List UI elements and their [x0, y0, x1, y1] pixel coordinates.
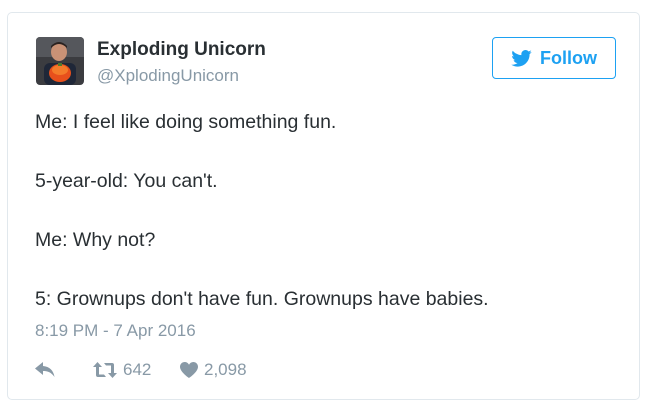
reply-button[interactable] [35, 362, 93, 378]
avatar-photo [36, 37, 84, 85]
like-count: 2,098 [204, 360, 247, 379]
tweet-actions: 642 2,098 [35, 360, 247, 380]
tweet-line: Me: I feel like doing something fun. [35, 111, 337, 133]
retweet-icon [93, 362, 117, 378]
heart-icon [180, 362, 198, 378]
tweet-line: Me: Why not? [35, 229, 156, 251]
twitter-bird-icon [511, 49, 532, 67]
tweet-line: 5-year-old: You can't. [35, 170, 218, 192]
retweet-count: 642 [123, 360, 152, 379]
tweet-timestamp[interactable]: 8:19 PM - 7 Apr 2016 [35, 321, 196, 341]
like-button[interactable]: 2,098 [180, 360, 247, 380]
follow-button-label: Follow [540, 47, 597, 68]
reply-icon [35, 362, 55, 377]
tweet-line: 5: Grownups don't have fun. Grownups hav… [35, 288, 489, 310]
avatar[interactable] [36, 37, 84, 85]
author-display-name[interactable]: Exploding Unicorn [97, 39, 266, 61]
follow-button[interactable]: Follow [492, 37, 616, 79]
tweet-card: Exploding Unicorn @XplodingUnicorn Follo… [7, 12, 640, 400]
retweet-button[interactable]: 642 [93, 360, 180, 380]
author-handle[interactable]: @XplodingUnicorn [97, 66, 239, 86]
tweet-text: Me: I feel like doing something fun. 5-y… [35, 108, 625, 315]
